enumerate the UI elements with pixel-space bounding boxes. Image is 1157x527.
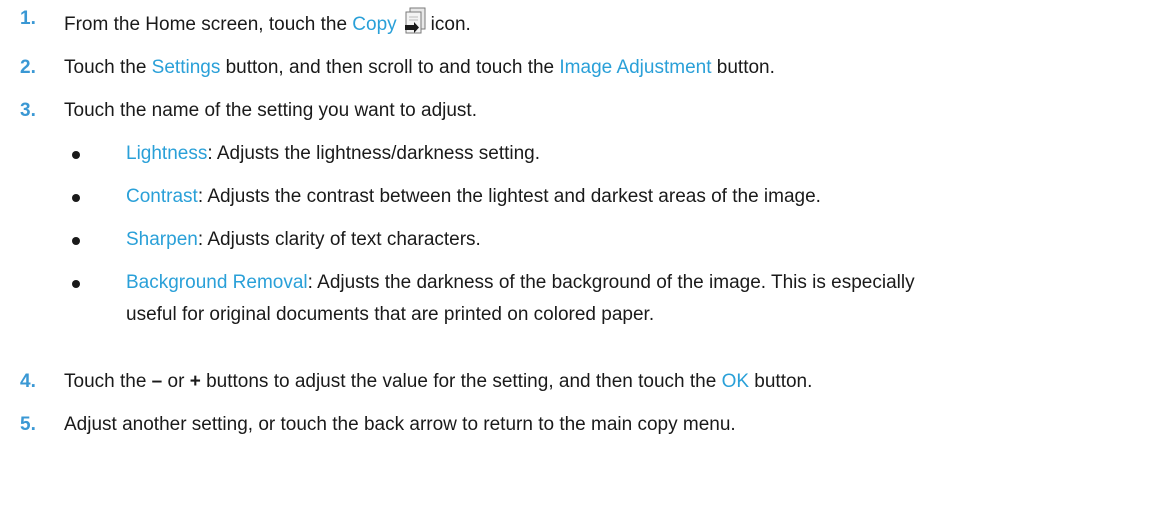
step-text-mid: button, and then scroll to and touch the [220,57,560,78]
step-text-or: or [162,371,190,392]
bullet-dot [72,280,80,288]
bullet-dot [72,151,80,159]
step-number: 4. [20,371,36,392]
bullet-desc: : Adjusts the lightness/darkness setting… [207,143,541,164]
step-text: Touch the – or + buttons to adjust the v… [64,370,812,394]
background-removal-term: Background Removal [126,272,308,293]
step-text: Adjust another setting, or touch the bac… [64,414,736,435]
step-text: Touch the Settings button, and then scro… [64,56,775,80]
bullet-text: Sharpen: Adjusts clarity of text charact… [126,228,1136,252]
lightness-term: Lightness [126,143,208,164]
step-text-pre: From the Home screen, touch the [64,14,353,35]
bullet-desc: : Adjusts the darkness of the background… [307,272,915,293]
sharpen-term: Sharpen [126,229,198,250]
ok-label: OK [721,371,750,392]
bullet-text: Background Removal: Adjusts the darkness… [126,271,1136,327]
copy-icon [403,7,427,35]
bullet-dot [72,194,80,202]
contrast-term: Contrast [126,186,198,207]
bullet-desc-line2: useful for original documents that are p… [126,304,655,325]
minus-symbol: – [151,371,163,392]
step-number: 3. [20,100,36,121]
step-text-pre: Touch the [64,57,152,78]
copy-label: Copy [352,14,397,35]
bullet-dot [72,237,80,245]
bullet-text: Lightness: Adjusts the lightness/darknes… [126,142,1136,166]
step-number: 1. [20,8,36,29]
step-text: From the Home screen, touch the Copy ico… [64,7,471,37]
step-number: 2. [20,57,36,78]
step-text-post: button. [749,371,813,392]
step-text-post: button. [711,57,775,78]
step-text-mid: buttons to adjust the value for the sett… [200,371,722,392]
settings-label: Settings [151,57,221,78]
step-number: 5. [20,414,36,435]
step-text: Touch the name of the setting you want t… [64,100,477,121]
image-adjustment-label: Image Adjustment [559,57,712,78]
step-text-pre: Touch the [64,371,152,392]
plus-symbol: + [189,371,201,392]
bullet-desc: : Adjusts the contrast between the light… [197,186,821,207]
bullet-desc: : Adjusts clarity of text characters. [197,229,481,250]
bullet-text: Contrast: Adjusts the contrast between t… [126,185,1136,209]
step-text-post: icon. [430,14,471,35]
